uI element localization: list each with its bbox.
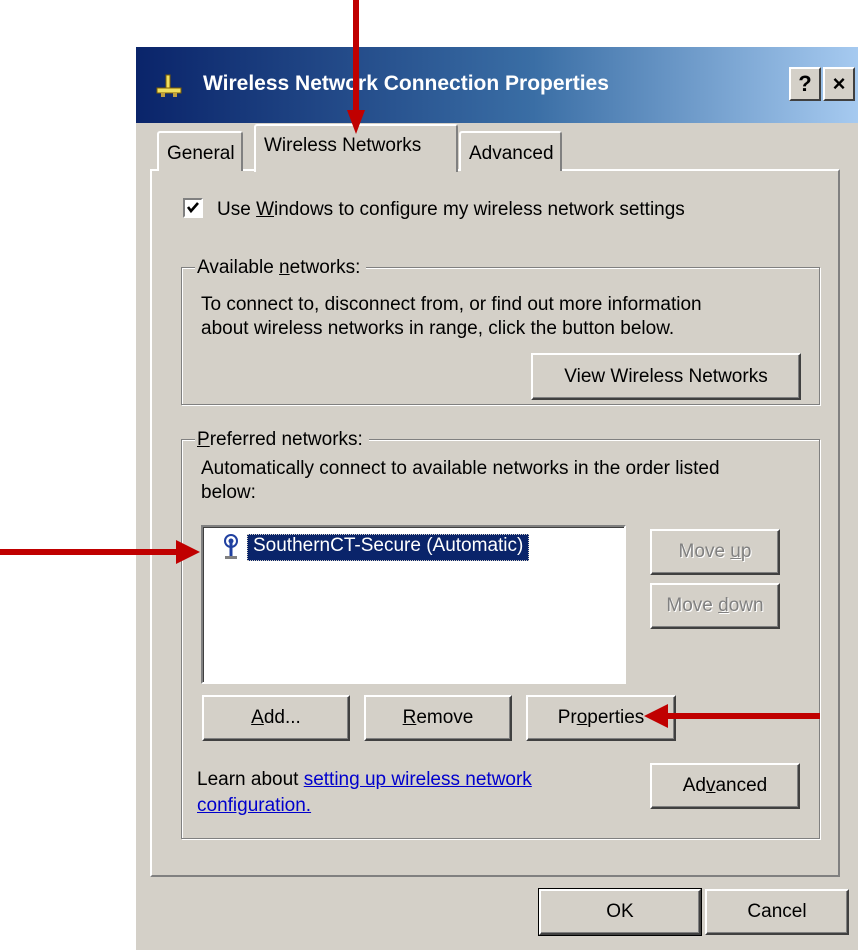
available-desc-line2: about wireless networks in range, click …	[201, 318, 675, 339]
wireless-antenna-icon	[219, 533, 243, 561]
help-button[interactable]: ?	[789, 67, 821, 101]
advanced-settings-button[interactable]: Advanced	[650, 763, 800, 809]
tab-general[interactable]: General	[157, 131, 243, 171]
close-button[interactable]: ×	[823, 67, 855, 101]
tab-advanced[interactable]: Advanced	[459, 131, 562, 171]
cancel-button[interactable]: Cancel	[705, 889, 849, 935]
annotation-arrow-right	[0, 540, 200, 564]
preferred-desc-line2: below:	[201, 482, 256, 503]
learn-about-text: Learn about setting up wireless network	[197, 769, 532, 790]
setup-link[interactable]: setting up wireless network	[304, 769, 532, 790]
dialog-title: Wireless Network Connection Properties	[203, 72, 609, 95]
use-windows-label[interactable]: Use Windows to configure my wireless net…	[217, 199, 685, 221]
list-item[interactable]: SouthernCT-Secure (Automatic)	[247, 534, 530, 561]
use-windows-checkbox[interactable]	[183, 198, 203, 218]
network-connection-icon	[155, 74, 185, 98]
annotation-arrow-left	[644, 704, 820, 728]
add-button[interactable]: Add...	[202, 695, 350, 741]
move-up-button[interactable]: Move up	[650, 529, 780, 575]
available-networks-legend: Available networks:	[195, 257, 367, 279]
ok-button[interactable]: OK	[538, 888, 702, 936]
preferred-desc-line1: Automatically connect to available netwo…	[201, 458, 720, 479]
move-down-button[interactable]: Move down	[650, 583, 780, 629]
configuration-link[interactable]: configuration.	[197, 795, 311, 817]
view-wireless-networks-button[interactable]: View Wireless Networks	[531, 353, 801, 400]
annotation-arrow-down	[347, 0, 365, 134]
checkmark-icon	[186, 202, 199, 214]
available-desc-line1: To connect to, disconnect from, or find …	[201, 294, 702, 315]
preferred-networks-legend: Preferred networks:	[195, 429, 369, 451]
remove-button[interactable]: Remove	[364, 695, 512, 741]
